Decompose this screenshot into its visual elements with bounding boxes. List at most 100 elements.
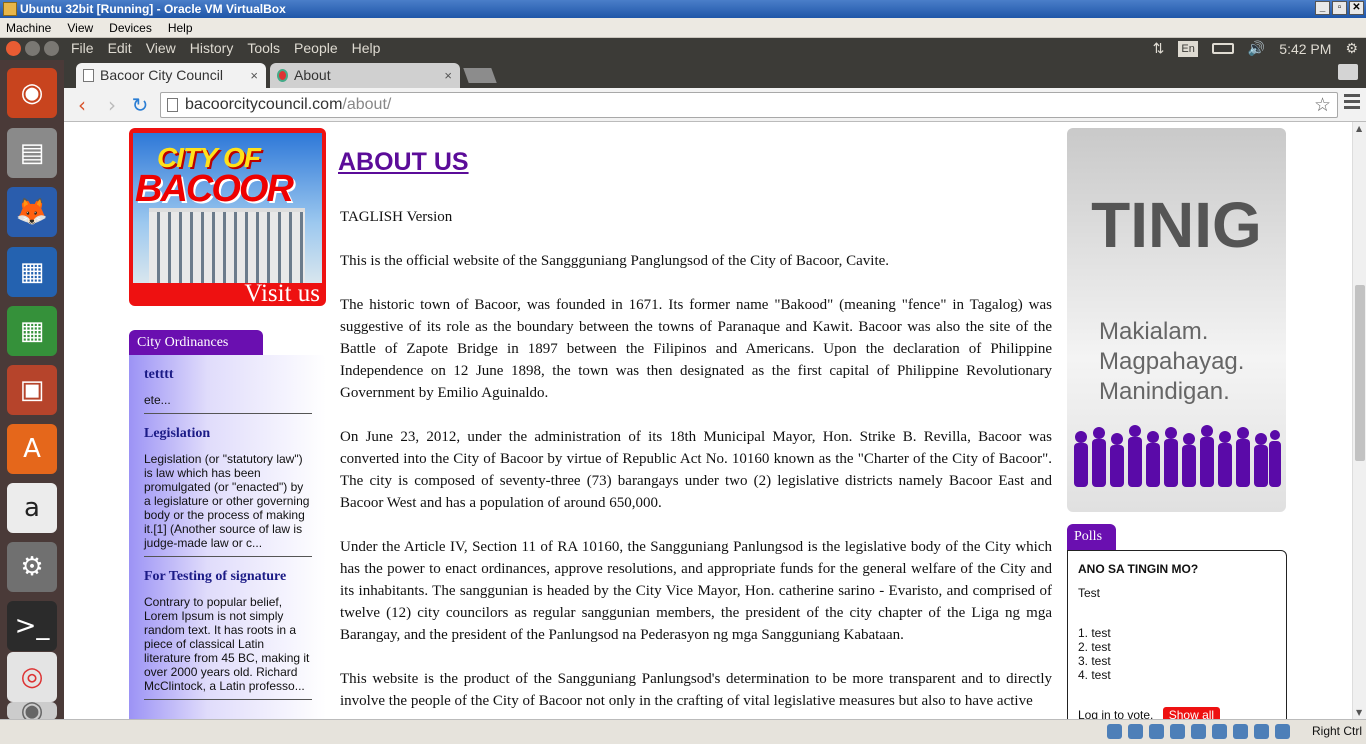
- chrome-icon[interactable]: ◎: [7, 652, 57, 702]
- tinig-slogan-line: Manindigan.: [1099, 378, 1230, 405]
- new-tab-button[interactable]: [463, 68, 497, 83]
- tab-label: Bacoor City Council: [100, 67, 223, 83]
- volume-icon[interactable]: 🔊: [1248, 40, 1265, 57]
- menu-file[interactable]: File: [71, 40, 94, 56]
- city-of-bacoor-banner[interactable]: CITY OF BACOOR Visit us: [129, 128, 326, 306]
- vbox-status-bar: Right Ctrl: [0, 719, 1366, 744]
- poll-option: 4. test: [1078, 668, 1111, 682]
- page-scrollbar[interactable]: ▲ ▼: [1352, 122, 1366, 719]
- menu-tools[interactable]: Tools: [247, 40, 280, 56]
- city-hall-building: [149, 208, 305, 283]
- url-host: bacoorcitycouncil.com: [185, 96, 343, 113]
- menu-help[interactable]: Help: [168, 21, 193, 35]
- menu-history[interactable]: History: [190, 40, 234, 56]
- terminal-icon[interactable]: >_: [7, 601, 57, 651]
- ordinance-item: Legislation Legislation (or "statutory l…: [144, 426, 312, 557]
- menu-view[interactable]: View: [146, 40, 176, 56]
- software-center-icon[interactable]: A: [7, 424, 57, 474]
- ordinance-title[interactable]: For Testing of signature: [144, 569, 312, 585]
- bookmark-star-icon[interactable]: ☆: [1314, 94, 1331, 118]
- panel-indicators: ⇅ En 🔊 5:42 PM ⚙: [1153, 40, 1358, 57]
- tab-label: About: [294, 67, 331, 83]
- shared-folders-icon[interactable]: [1191, 724, 1206, 739]
- forward-arrow-icon[interactable]: ›: [100, 93, 124, 117]
- scroll-up-icon[interactable]: ▲: [1356, 124, 1362, 133]
- calc-icon[interactable]: ▦: [7, 306, 57, 356]
- city-ordinances-panel: tetttt ete... Legislation Legislation (o…: [129, 355, 326, 719]
- writer-icon[interactable]: ▦: [7, 247, 57, 297]
- scroll-thumb[interactable]: [1355, 285, 1365, 461]
- display-icon[interactable]: [1212, 724, 1227, 739]
- tab-about[interactable]: About ×: [270, 63, 460, 88]
- settings-icon[interactable]: ⚙: [7, 542, 57, 592]
- page-viewport: CITY OF BACOOR Visit us City Ordinances …: [64, 122, 1352, 719]
- restore-button[interactable]: ▫: [1332, 1, 1347, 15]
- tab-close-icon[interactable]: ×: [444, 63, 452, 88]
- disc-icon[interactable]: ◉: [7, 696, 57, 726]
- menu-help[interactable]: Help: [352, 40, 381, 56]
- scroll-down-icon[interactable]: ▼: [1356, 708, 1362, 717]
- chrome-favicon-icon: [277, 69, 288, 82]
- poll-option: 2. test: [1078, 640, 1111, 654]
- amazon-icon[interactable]: a: [7, 483, 57, 533]
- host-key-label: Right Ctrl: [1311, 724, 1362, 738]
- chrome-menu-icon[interactable]: [1344, 94, 1360, 112]
- menu-people[interactable]: People: [294, 40, 338, 56]
- network-adapter-icon[interactable]: [1170, 724, 1185, 739]
- menu-devices[interactable]: Devices: [109, 21, 152, 35]
- minimize-button[interactable]: _: [1315, 1, 1330, 15]
- tinig-slogan-line: Magpahayag.: [1099, 348, 1245, 375]
- tinig-slogan-line: Makialam.: [1099, 318, 1209, 345]
- profile-icon[interactable]: [1338, 64, 1358, 80]
- menu-edit[interactable]: Edit: [108, 40, 132, 56]
- hard-disk-icon[interactable]: [1107, 724, 1122, 739]
- poll-description: Test: [1078, 586, 1101, 600]
- clock[interactable]: 5:42 PM: [1279, 41, 1331, 57]
- usb-icon[interactable]: [1149, 724, 1164, 739]
- show-all-button[interactable]: Show all: [1162, 707, 1221, 719]
- ubuntu-dash-icon[interactable]: ◉: [7, 68, 57, 118]
- network-icon[interactable]: ⇅: [1153, 40, 1165, 57]
- page-info-icon[interactable]: [167, 98, 178, 112]
- page-title[interactable]: ABOUT US: [338, 148, 469, 177]
- page-icon: [83, 69, 94, 82]
- firefox-icon[interactable]: 🦊: [7, 187, 57, 237]
- tinig-title: TINIG: [1091, 189, 1262, 261]
- keyboard-layout-indicator[interactable]: En: [1178, 40, 1198, 57]
- battery-icon[interactable]: [1211, 43, 1234, 54]
- address-bar[interactable]: bacoorcitycouncil.com/about/ ☆: [160, 92, 1338, 118]
- reload-icon[interactable]: ↻: [128, 93, 152, 117]
- minimize-window-icon[interactable]: [25, 41, 40, 56]
- back-arrow-icon[interactable]: ‹: [70, 93, 94, 117]
- maximize-window-icon[interactable]: [44, 41, 59, 56]
- window-title: Ubuntu 32bit [Running] - Oracle VM Virtu…: [20, 2, 286, 16]
- session-gear-icon[interactable]: ⚙: [1345, 40, 1358, 57]
- video-capture-icon[interactable]: [1233, 724, 1248, 739]
- login-to-vote-link[interactable]: Log in to vote.: [1078, 708, 1153, 719]
- polls-tab[interactable]: Polls: [1067, 524, 1116, 550]
- poll-login-row: Log in to vote. Show all: [1078, 707, 1276, 719]
- tinig-banner[interactable]: TINIG Makialam. Magpahayag. Manindigan.: [1067, 128, 1286, 512]
- article-paragraph: TAGLISH Version: [340, 209, 453, 225]
- tab-bacoor-city-council[interactable]: Bacoor City Council ×: [76, 63, 266, 88]
- menu-machine[interactable]: Machine: [6, 21, 51, 35]
- ordinance-title[interactable]: tetttt: [144, 367, 312, 383]
- menu-view[interactable]: View: [67, 21, 93, 35]
- mouse-integration-icon[interactable]: [1275, 724, 1290, 739]
- impress-icon[interactable]: ▣: [7, 365, 57, 415]
- browser-window-controls: [6, 41, 59, 56]
- chrome-tab-strip: Bacoor City Council × About ×: [64, 60, 1366, 88]
- optical-drive-icon[interactable]: [1128, 724, 1143, 739]
- vbox-title-bar: Ubuntu 32bit [Running] - Oracle VM Virtu…: [0, 0, 1366, 18]
- tab-close-icon[interactable]: ×: [250, 63, 258, 88]
- article-paragraph: This is the official website of the Sang…: [340, 253, 890, 269]
- poll-option: 1. test: [1078, 626, 1111, 640]
- city-ordinances-tab[interactable]: City Ordinances: [129, 330, 263, 355]
- ordinance-excerpt: Contrary to popular belief, Lorem Ipsum …: [144, 595, 310, 693]
- files-icon[interactable]: ▤: [7, 128, 57, 178]
- poll-question: ANO SA TINGIN MO?: [1078, 562, 1199, 576]
- close-button[interactable]: ✕: [1349, 1, 1364, 15]
- ordinance-title[interactable]: Legislation: [144, 426, 312, 442]
- cpu-icon[interactable]: [1254, 724, 1269, 739]
- close-window-icon[interactable]: [6, 41, 21, 56]
